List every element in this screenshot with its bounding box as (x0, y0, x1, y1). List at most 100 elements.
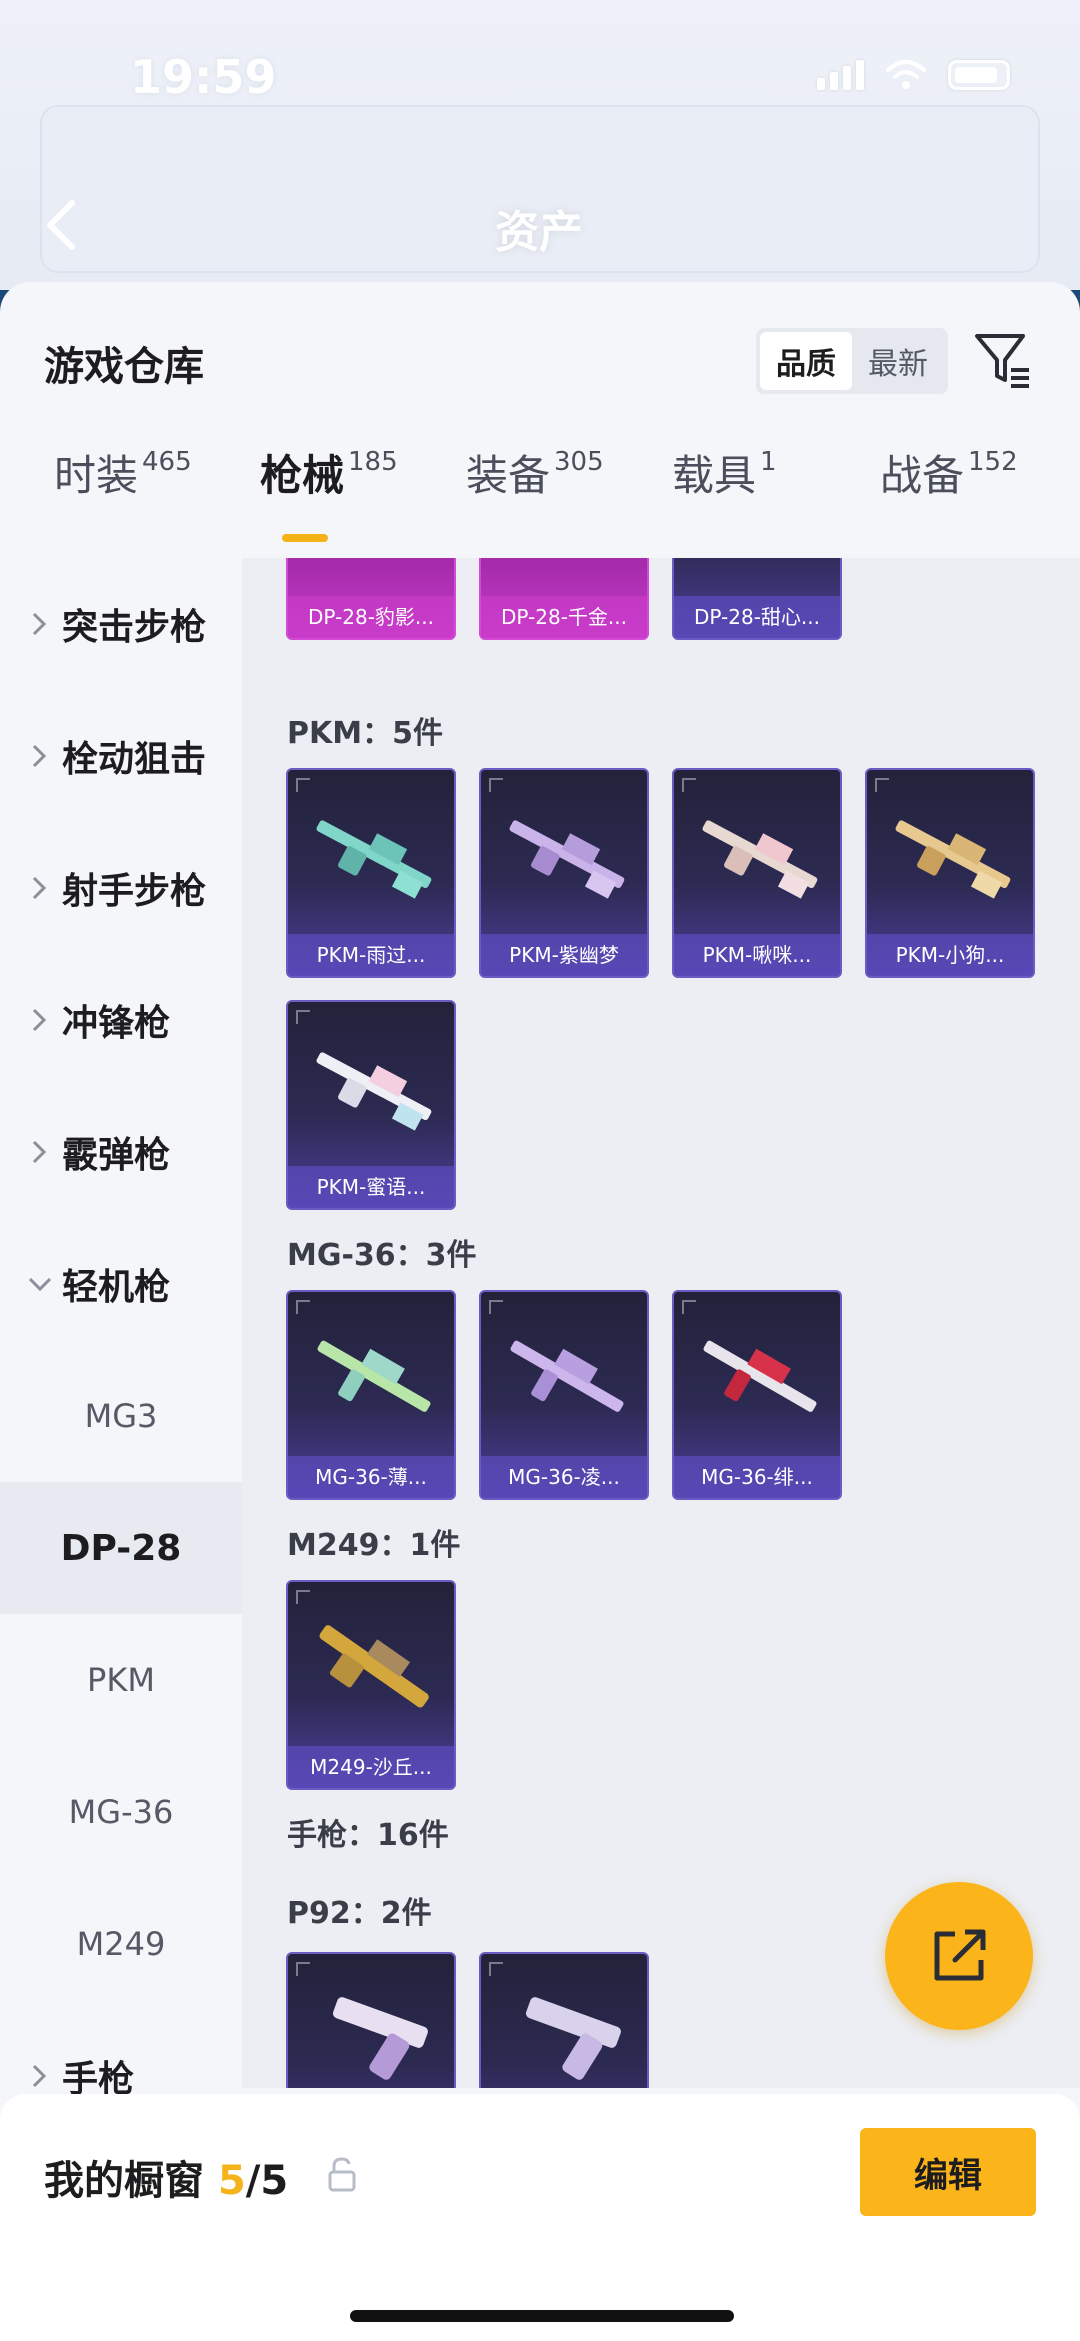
sidebar-sub-pkm[interactable]: PKM (0, 1614, 242, 1746)
tab-fashion[interactable]: 时装 465 (54, 442, 192, 503)
group-title-m249: M249：1件 (287, 1528, 461, 1563)
sidebar-item-label: 射手步枪 (62, 871, 207, 912)
sidebar-item-marksman-rifle[interactable]: 射手步枪 (0, 822, 242, 954)
pistol-icon (332, 1997, 428, 2080)
weapon-card-label: MG-36-绯... (674, 1456, 840, 1498)
tab-firearms[interactable]: 枪械 185 (260, 442, 398, 503)
weapon-card[interactable] (479, 1952, 649, 2088)
sort-quality-button[interactable]: 品质 (760, 332, 852, 390)
weapon-card-label: DP-28-豹影... (288, 596, 454, 638)
sort-latest-button[interactable]: 最新 (852, 332, 944, 390)
weapon-card[interactable]: PKM-雨过... (286, 768, 456, 978)
sidebar-sub-mg3[interactable]: MG3 (0, 1350, 242, 1482)
weapon-card[interactable]: M249-沙丘... (286, 1580, 456, 1790)
background-header: 19:59 资产 (0, 0, 1080, 290)
sidebar-item-smg[interactable]: 冲锋枪 (0, 954, 242, 1086)
rifle-icon (499, 558, 633, 578)
status-icons (817, 60, 1010, 90)
weapon-card[interactable]: DP-28-甜心... (672, 558, 842, 640)
tab-vehicles[interactable]: 载具 1 (672, 442, 777, 503)
rifle-icon (510, 1340, 624, 1412)
wifi-icon (886, 60, 926, 89)
chevron-right-icon (32, 744, 47, 768)
weapon-card[interactable]: PKM-小狗... (865, 768, 1035, 978)
weapon-card[interactable]: PKM-蜜语... (286, 1000, 456, 1210)
group-title-pistol: 手枪：16件 (287, 1818, 449, 1853)
showcase-bar: 我的橱窗 5/5 编辑 (0, 2094, 1080, 2341)
sidebar-item-label: 霰弹枪 (62, 1135, 171, 1176)
back-icon[interactable] (42, 195, 82, 255)
sort-toggle: 品质 最新 (756, 328, 948, 394)
rifle-icon (306, 558, 440, 578)
chevron-down-icon (28, 1277, 52, 1292)
filter-icon[interactable] (973, 330, 1033, 390)
weapon-card-label: MG-36-薄... (288, 1456, 454, 1498)
chevron-right-icon (32, 2064, 47, 2088)
showcase-summary: 我的橱窗 5/5 (44, 2148, 288, 2206)
category-tabs: 时装 465 枪械 185 装备 305 载具 1 战备 152 (0, 442, 1080, 538)
weapon-grid: DP-28-豹影... DP-28-千金... DP-28-甜心... PKM：… (242, 558, 1080, 2088)
weapon-card-label: PKM-蜜语... (288, 1166, 454, 1208)
battery-icon (948, 60, 1010, 90)
weapon-card-label: PKM-紫幽梦 (481, 934, 647, 976)
pistol-icon (525, 1997, 621, 2080)
machine-gun-icon (509, 820, 625, 899)
weapon-card[interactable]: MG-36-凌... (479, 1290, 649, 1500)
sheet-title: 游戏仓库 (44, 344, 204, 390)
weapon-card[interactable]: PKM-啾咪... (672, 768, 842, 978)
sidebar-item-shotgun[interactable]: 霰弹枪 (0, 1086, 242, 1218)
weapon-card[interactable]: MG-36-薄... (286, 1290, 456, 1500)
weapon-card[interactable] (286, 1952, 456, 2088)
showcase-total: /5 (245, 2158, 289, 2204)
share-icon (934, 1929, 986, 1981)
sidebar-item-label: 突击步枪 (62, 607, 207, 648)
active-tab-underline (282, 534, 328, 542)
sidebar-sub-m249[interactable]: M249 (0, 1878, 242, 2010)
weapon-card-label: DP-28-甜心... (674, 596, 840, 638)
sidebar-item-lmg[interactable]: 轻机枪 (0, 1218, 242, 1350)
sidebar-sub-mg36[interactable]: MG-36 (0, 1746, 242, 1878)
rifle-icon (317, 1340, 431, 1412)
home-indicator (350, 2310, 734, 2322)
weapon-card-label: PKM-雨过... (288, 934, 454, 976)
sidebar-item-label: 栓动狙击 (62, 739, 207, 780)
rifle-icon (692, 558, 826, 578)
weapon-card[interactable]: DP-28-千金... (479, 558, 649, 640)
chevron-right-icon (32, 876, 47, 900)
group-title-mg36: MG-36：3件 (287, 1238, 477, 1273)
sidebar-item-label: 轻机枪 (62, 1267, 171, 1308)
lock-icon (328, 2157, 356, 2192)
weapon-card[interactable]: PKM-紫幽梦 (479, 768, 649, 978)
sidebar-sub-dp28[interactable]: DP-28 (0, 1482, 242, 1614)
signal-icon (817, 60, 864, 90)
weapon-card-label: DP-28-千金... (481, 596, 647, 638)
weapon-card-label: PKM-小狗... (867, 934, 1033, 976)
sidebar-item-label: 冲锋枪 (62, 1003, 171, 1044)
weapon-card[interactable]: DP-28-豹影... (286, 558, 456, 640)
warehouse-sheet: 游戏仓库 品质 最新 时装 465 枪械 185 装备 305 载具 1 战备 152 突… (0, 282, 1080, 2341)
weapon-card-label: M249-沙丘... (288, 1746, 454, 1788)
showcase-count: 5 (217, 2158, 246, 2204)
weapon-card[interactable]: MG-36-绯... (672, 1290, 842, 1500)
machine-gun-icon (702, 820, 818, 899)
chevron-right-icon (32, 1008, 47, 1032)
tab-equipment[interactable]: 装备 305 (466, 442, 604, 503)
tab-supplies[interactable]: 战备 152 (880, 442, 1018, 503)
group-title-pkm: PKM：5件 (287, 716, 443, 751)
sidebar-item-bolt-sniper[interactable]: 栓动狙击 (0, 690, 242, 822)
machine-gun-icon (316, 1052, 432, 1131)
rifle-icon (703, 1340, 817, 1412)
group-title-p92: P92：2件 (287, 1896, 432, 1931)
weapon-card-label: PKM-啾咪... (674, 934, 840, 976)
sidebar-item-assault-rifle[interactable]: 突击步枪 (0, 558, 242, 690)
chevron-right-icon (32, 1140, 47, 1164)
showcase-label: 我的橱窗 (44, 2158, 204, 2204)
chevron-right-icon (32, 612, 47, 636)
background-title: 资产 (495, 207, 583, 258)
machine-gun-icon (316, 820, 432, 899)
edit-button[interactable]: 编辑 (860, 2128, 1036, 2216)
share-button[interactable] (885, 1882, 1033, 2030)
weapon-sidebar: 突击步枪 栓动狙击 射手步枪 冲锋枪 霰弹枪 轻机枪 MG3 DP-28 PKM… (0, 558, 242, 2100)
machine-gun-icon (895, 820, 1011, 899)
weapon-card-label: MG-36-凌... (481, 1456, 647, 1498)
